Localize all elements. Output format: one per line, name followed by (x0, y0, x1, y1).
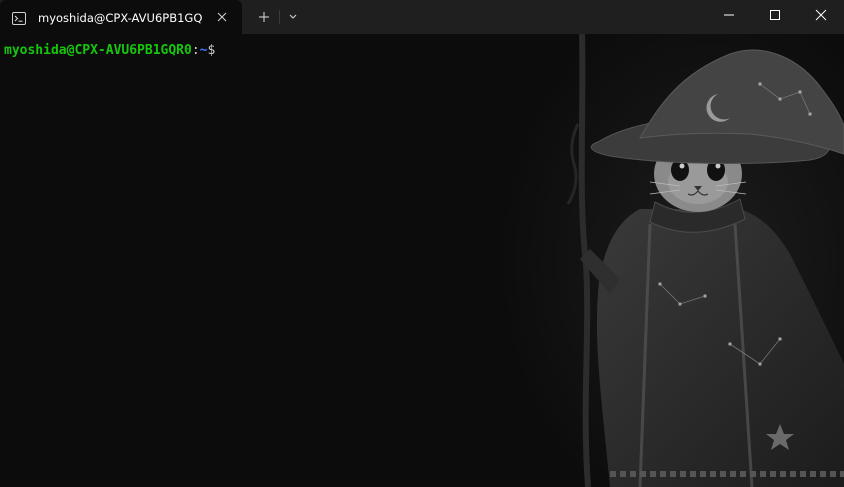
maximize-icon (770, 10, 780, 20)
window-close-button[interactable] (798, 0, 844, 30)
prompt-user-host: myoshida@CPX-AVU6PB1GQR0 (4, 43, 192, 58)
terminal-icon (12, 10, 26, 25)
prompt-line: myoshida@CPX-AVU6PB1GQR0:~$ (4, 42, 215, 60)
maximize-button[interactable] (752, 0, 798, 30)
prompt-separator: : (191, 43, 200, 58)
terminal-pane[interactable]: myoshida@CPX-AVU6PB1GQR0:~$ (0, 34, 844, 487)
close-icon[interactable] (214, 9, 230, 25)
profile-dropdown-button[interactable] (280, 5, 306, 29)
minimize-button[interactable] (706, 0, 752, 30)
prompt-symbol: $ (207, 43, 216, 58)
tab-title: myoshida@CPX-AVU6PB1GQR0: ~ (38, 11, 202, 25)
title-bar[interactable]: myoshida@CPX-AVU6PB1GQR0: ~ (0, 0, 844, 34)
chevron-down-icon (280, 14, 306, 33)
plus-icon (250, 12, 278, 33)
prompt-path: ~ (199, 43, 208, 58)
new-tab-button[interactable] (250, 5, 278, 29)
terminal-window: myoshida@CPX-AVU6PB1GQR0: ~ (0, 0, 844, 487)
tab-active[interactable]: myoshida@CPX-AVU6PB1GQR0: ~ (0, 0, 242, 34)
wizard-cat-background-image (490, 34, 844, 487)
close-icon (815, 9, 827, 21)
minimize-icon (724, 14, 734, 16)
